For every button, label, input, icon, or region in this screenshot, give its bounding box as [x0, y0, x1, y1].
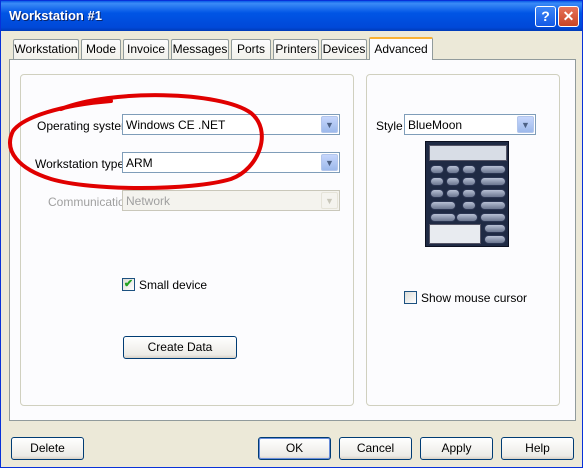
os-value: Windows CE .NET — [126, 118, 226, 132]
comm-label: Communication — [48, 195, 132, 209]
tab-printers[interactable]: Printers — [273, 39, 319, 59]
help-button[interactable]: Help — [501, 437, 574, 460]
os-select[interactable]: Windows CE .NET ▼ — [122, 114, 340, 135]
dropdown-arrow-icon[interactable]: ▼ — [517, 116, 534, 133]
style-preview-image — [425, 141, 509, 247]
cancel-button[interactable]: Cancel — [339, 437, 412, 460]
type-select[interactable]: ARM ▼ — [122, 152, 340, 173]
create-data-button[interactable]: Create Data — [123, 336, 237, 359]
tab-workstation[interactable]: Workstation — [13, 39, 79, 59]
style-select[interactable]: BlueMoon ▼ — [404, 114, 536, 135]
dialog-window: Workstation #1 ? ✕ Workstation Mode Invo… — [0, 0, 583, 468]
os-label: Operating system — [37, 119, 132, 133]
style-value: BlueMoon — [408, 118, 463, 132]
title-bar[interactable]: Workstation #1 ? ✕ — [1, 1, 582, 31]
dropdown-arrow-icon[interactable]: ▼ — [321, 116, 338, 133]
tab-invoice[interactable]: Invoice — [123, 39, 169, 59]
preview-screen — [429, 145, 507, 161]
small-device-checkbox[interactable]: ✔ — [122, 278, 135, 291]
show-cursor-checkbox[interactable] — [404, 291, 417, 304]
dropdown-arrow-icon[interactable]: ▼ — [321, 154, 338, 171]
tab-ports[interactable]: Ports — [231, 39, 271, 59]
style-label: Style — [376, 119, 403, 133]
apply-button[interactable]: Apply — [420, 437, 493, 460]
tab-advanced[interactable]: Advanced — [369, 37, 433, 60]
type-value: ARM — [126, 156, 153, 170]
comm-select: Network ▼ — [122, 190, 340, 211]
preview-message-list — [429, 224, 481, 244]
tab-mode[interactable]: Mode — [81, 39, 121, 59]
small-device-label[interactable]: Small device — [139, 278, 207, 292]
comm-value: Network — [126, 194, 171, 208]
type-label: Workstation type — [35, 157, 125, 171]
delete-button[interactable]: Delete — [11, 437, 84, 460]
ok-button[interactable]: OK — [258, 437, 331, 460]
close-icon[interactable]: ✕ — [558, 6, 579, 27]
window-title: Workstation #1 — [9, 8, 102, 23]
show-cursor-label[interactable]: Show mouse cursor — [421, 291, 527, 305]
help-icon[interactable]: ? — [535, 6, 556, 27]
dropdown-arrow-icon: ▼ — [321, 192, 338, 209]
tab-messages[interactable]: Messages — [171, 39, 229, 59]
tab-devices[interactable]: Devices — [321, 39, 367, 59]
checkmark-icon: ✔ — [123, 278, 134, 290]
